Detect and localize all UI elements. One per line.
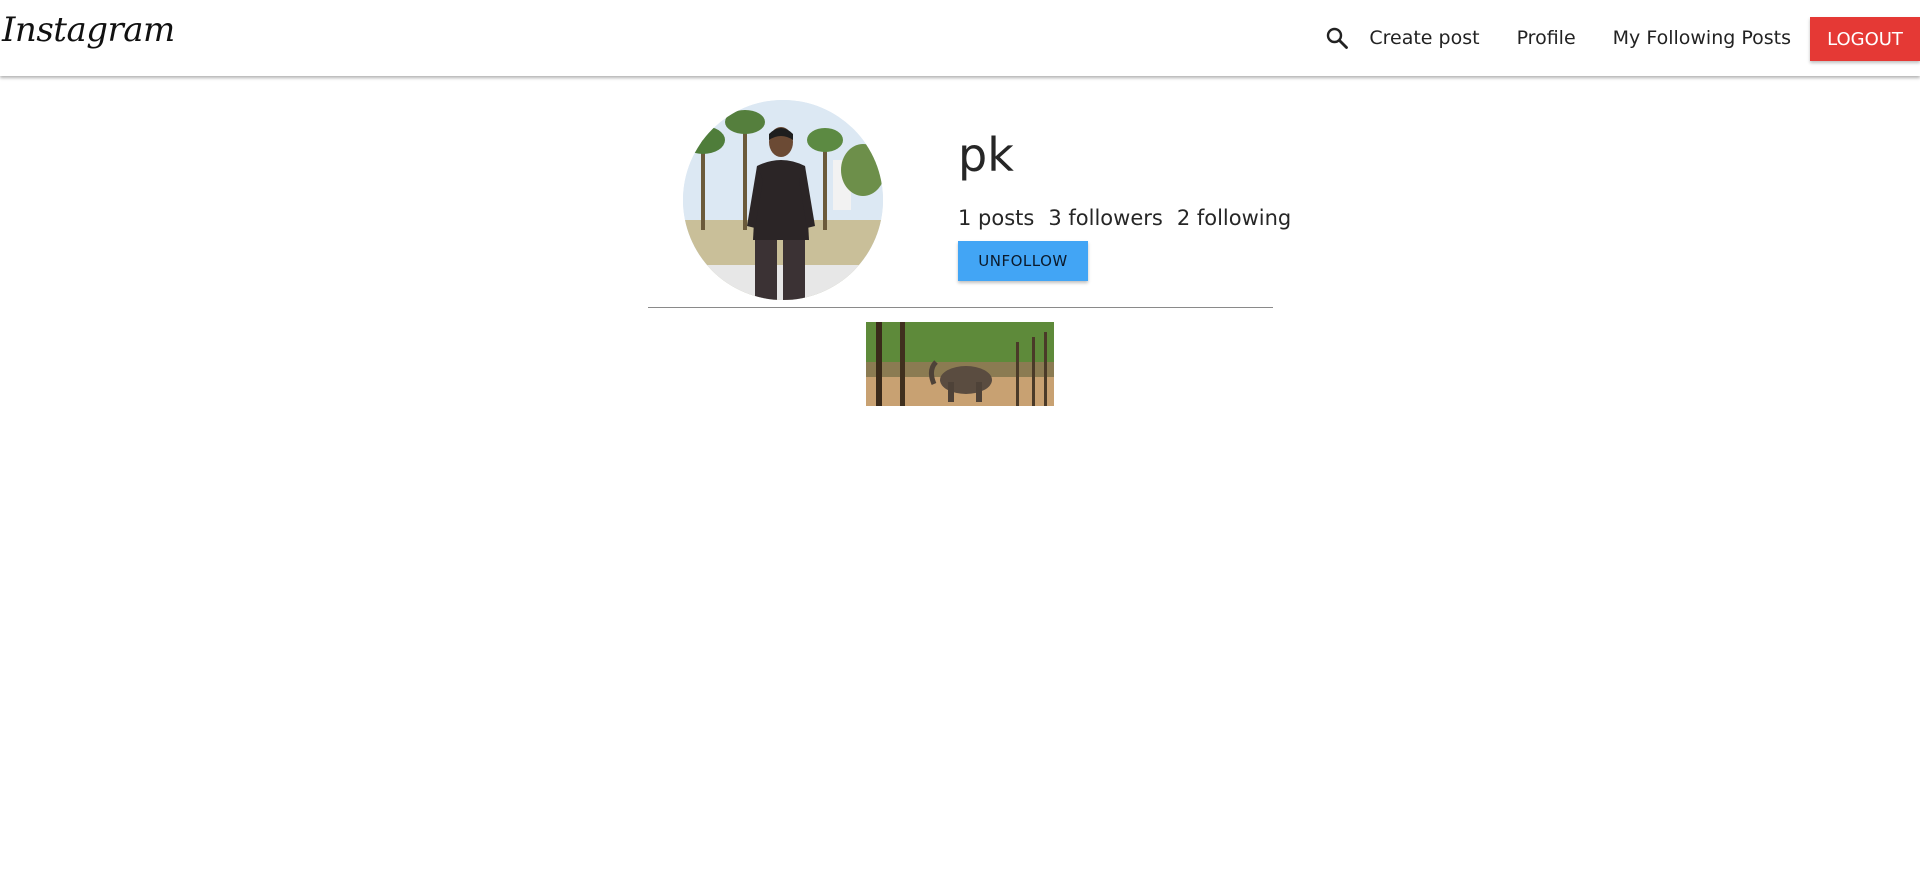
- profile-username: pk: [958, 128, 1014, 182]
- avatar-photo: [683, 100, 883, 300]
- nav-following-posts-link[interactable]: My Following Posts: [1613, 27, 1791, 49]
- posts-count: 1 posts: [958, 206, 1035, 230]
- following-count: 2 following: [1176, 206, 1292, 230]
- brand-logo[interactable]: Instagram: [2, 10, 175, 50]
- profile-stats: 1 posts 3 followers 2 following: [958, 206, 1305, 230]
- logout-button[interactable]: LOGOUT: [1810, 17, 1920, 61]
- nav-profile-link[interactable]: Profile: [1517, 27, 1576, 49]
- nav-create-post-link[interactable]: Create post: [1369, 27, 1479, 49]
- search-icon[interactable]: [1323, 24, 1351, 52]
- post-thumbnail[interactable]: [866, 322, 1054, 406]
- unfollow-button[interactable]: UNFOLLOW: [958, 241, 1088, 281]
- profile-divider: [648, 307, 1273, 308]
- nav-right: Create post Profile My Following Posts L…: [1323, 0, 1920, 76]
- avatar: [683, 100, 883, 300]
- post-image: [866, 322, 1054, 406]
- followers-count: 3 followers: [1048, 206, 1163, 230]
- navbar: Instagram Create post Profile My Followi…: [0, 0, 1920, 76]
